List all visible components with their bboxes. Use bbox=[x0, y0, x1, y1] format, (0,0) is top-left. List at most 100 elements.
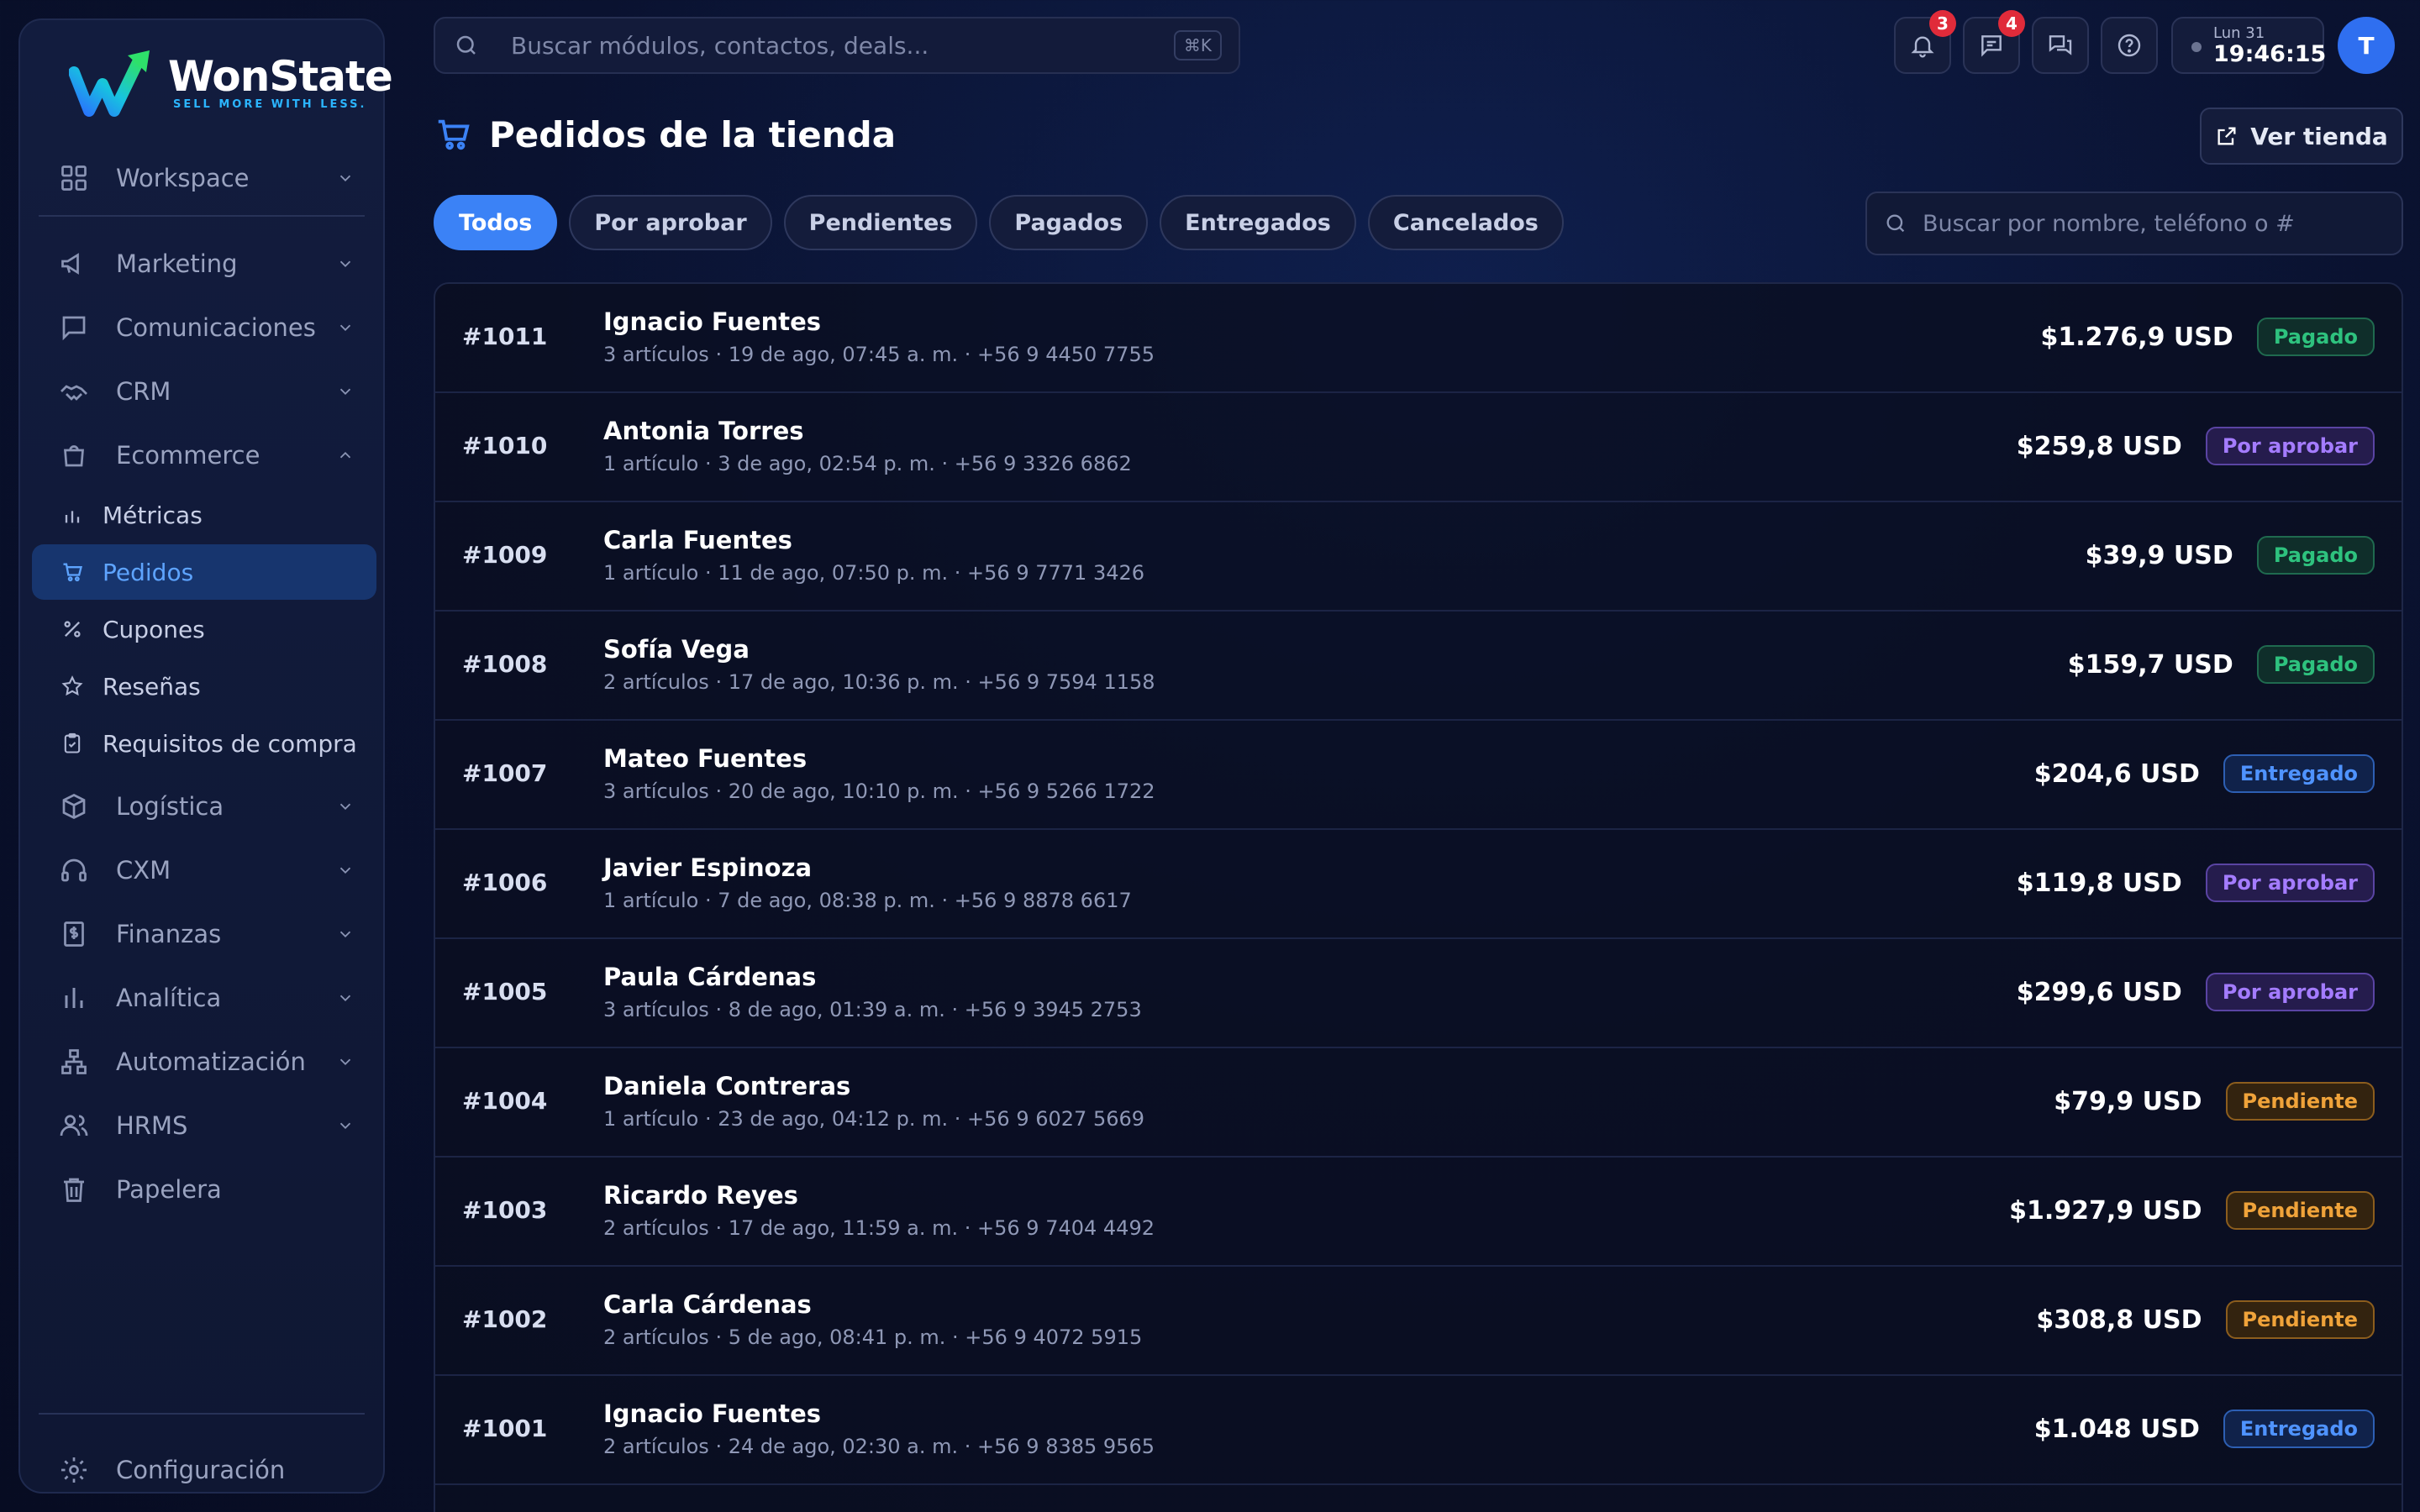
customer-name: Ignacio Fuentes bbox=[603, 1399, 822, 1428]
users-icon bbox=[60, 1115, 88, 1137]
chats-button[interactable] bbox=[2032, 17, 2089, 74]
nav-analitica-label: Analítica bbox=[116, 984, 222, 1012]
status-badge: Pendiente bbox=[2225, 1191, 2375, 1230]
status-badge: Entregado bbox=[2223, 1410, 2375, 1448]
chevron-down-icon bbox=[339, 175, 351, 182]
order-row[interactable]: #1004 Daniela Contreras 1 artículo · 23 … bbox=[435, 1048, 2402, 1158]
help-icon bbox=[2118, 34, 2141, 57]
order-row[interactable]: #1009 Carla Fuentes 1 artículo · 11 de a… bbox=[435, 502, 2402, 612]
tab-pendientes[interactable]: Pendientes bbox=[783, 195, 978, 250]
order-number: #1003 bbox=[462, 1196, 548, 1224]
nav-logistica[interactable]: Logística bbox=[20, 778, 383, 835]
clock-day: Lun 31 bbox=[2213, 24, 2265, 42]
tab-entregados[interactable]: Entregados bbox=[1160, 195, 1356, 250]
nav-cxm[interactable]: CXM bbox=[20, 842, 383, 899]
headphones-icon bbox=[61, 858, 87, 882]
orders-search[interactable] bbox=[1865, 192, 2403, 255]
tab-por-aprobar[interactable]: Por aprobar bbox=[569, 195, 772, 250]
customer-name: Sofía Vega bbox=[603, 635, 750, 664]
nav-workspace[interactable]: Workspace bbox=[20, 150, 383, 207]
nav-logistica-label: Logística bbox=[116, 792, 224, 821]
order-row[interactable]: #1007 Mateo Fuentes 3 artículos · 20 de … bbox=[435, 721, 2402, 830]
nav-configuracion[interactable]: Configuración bbox=[20, 1441, 383, 1499]
tab-pagados[interactable]: Pagados bbox=[989, 195, 1149, 250]
nav-hrms[interactable]: HRMS bbox=[20, 1097, 383, 1154]
nav-ecommerce[interactable]: Ecommerce bbox=[20, 427, 383, 484]
order-meta: 3 artículos · 20 de ago, 10:10 p. m. · +… bbox=[603, 780, 1155, 803]
order-meta: 3 artículos · 8 de ago, 01:39 a. m. · +5… bbox=[603, 998, 1142, 1021]
nav-analitica[interactable]: Analítica bbox=[20, 969, 383, 1026]
nav-automatizacion[interactable]: Automatización bbox=[20, 1033, 383, 1090]
order-number: #1002 bbox=[462, 1305, 548, 1333]
customer-name: Mateo Fuentes bbox=[603, 744, 808, 773]
notifications-button[interactable]: 3 bbox=[1894, 10, 1956, 74]
nav-requisitos[interactable]: Requisitos de compra bbox=[32, 716, 376, 771]
help-button[interactable] bbox=[2101, 17, 2158, 74]
nav-papelera[interactable]: Papelera bbox=[20, 1161, 383, 1218]
order-filter-tabs: Todos Por aprobar Pendientes Pagados Ent… bbox=[434, 195, 1564, 250]
message-icon bbox=[1981, 35, 2002, 57]
global-search-input[interactable] bbox=[511, 31, 1150, 60]
view-store-button[interactable]: Ver tienda bbox=[2200, 108, 2403, 165]
nav-crm[interactable]: CRM bbox=[20, 363, 383, 420]
customer-name: Paula Cárdenas bbox=[603, 963, 817, 991]
nav-cupones[interactable]: Cupones bbox=[32, 601, 376, 657]
order-amount: $1.927,9 USD bbox=[2009, 1195, 2202, 1226]
chevron-up-icon bbox=[339, 451, 351, 459]
tab-cancelados[interactable]: Cancelados bbox=[1367, 195, 1564, 250]
order-amount: $259,8 USD bbox=[2016, 431, 2182, 461]
customer-name: Antonia Torres bbox=[603, 417, 804, 445]
page-header: Pedidos de la tienda bbox=[434, 109, 896, 160]
nav-marketing[interactable]: Marketing bbox=[20, 235, 383, 292]
order-amount: $119,8 USD bbox=[2016, 868, 2182, 898]
status-badge: Pagado bbox=[2256, 318, 2375, 356]
order-meta: 3 artículos · 19 de ago, 07:45 a. m. · +… bbox=[603, 343, 1155, 366]
order-row[interactable]: #1008 Sofía Vega 2 artículos · 17 de ago… bbox=[435, 612, 2402, 721]
user-avatar[interactable]: T bbox=[2338, 17, 2395, 74]
chat-icon bbox=[62, 316, 86, 341]
sidebar: WonState SELL MORE WITH LESS. Workspace … bbox=[18, 18, 393, 1494]
order-row[interactable]: #1010 Antonia Torres 1 artículo · 3 de a… bbox=[435, 393, 2402, 502]
status-badge: Entregado bbox=[2223, 754, 2375, 793]
messages-badge: 4 bbox=[1998, 10, 2025, 37]
order-row[interactable]: #1003 Ricardo Reyes 2 artículos · 17 de … bbox=[435, 1158, 2402, 1267]
orders-search-input[interactable] bbox=[1923, 210, 2393, 237]
order-number: #1009 bbox=[462, 541, 548, 569]
sidebar-divider bbox=[39, 1413, 365, 1415]
chevron-down-icon bbox=[339, 803, 351, 811]
gear-icon bbox=[61, 1457, 87, 1483]
nav-metricas[interactable]: Métricas bbox=[32, 487, 376, 543]
nav-resenas[interactable]: Reseñas bbox=[32, 659, 376, 714]
wonstate-logo-icon bbox=[69, 50, 150, 117]
order-amount: $299,6 USD bbox=[2016, 977, 2182, 1007]
order-row[interactable]: #1001 Ignacio Fuentes 2 artículos · 24 d… bbox=[435, 1376, 2402, 1485]
global-search[interactable]: ⌘K bbox=[434, 17, 1240, 74]
order-row[interactable]: #1011 Ignacio Fuentes 3 artículos · 19 d… bbox=[435, 284, 2402, 393]
bell-icon bbox=[1911, 36, 1934, 58]
nav-pedidos[interactable]: Pedidos bbox=[32, 544, 376, 600]
order-row[interactable]: #1005 Paula Cárdenas 3 artículos · 8 de … bbox=[435, 939, 2402, 1048]
order-number: #1005 bbox=[462, 978, 548, 1005]
nav-finanzas[interactable]: Finanzas bbox=[20, 906, 383, 963]
order-amount: $39,9 USD bbox=[2085, 540, 2233, 570]
nav-ecommerce-label: Ecommerce bbox=[116, 441, 260, 470]
star-icon bbox=[61, 675, 83, 696]
tab-todos[interactable]: Todos bbox=[434, 195, 558, 250]
order-amount: $1.048 USD bbox=[2033, 1414, 2200, 1444]
chevron-down-icon bbox=[339, 931, 351, 938]
order-number: #1007 bbox=[462, 759, 548, 787]
order-meta: 2 artículos · 5 de ago, 08:41 p. m. · +5… bbox=[603, 1326, 1143, 1349]
brand-logo[interactable]: WonState SELL MORE WITH LESS. bbox=[69, 40, 393, 124]
nav-papelera-label: Papelera bbox=[116, 1175, 222, 1204]
order-meta: 2 artículos · 17 de ago, 11:59 a. m. · +… bbox=[603, 1216, 1155, 1240]
order-row[interactable]: #1006 Javier Espinoza 1 artículo · 7 de … bbox=[435, 830, 2402, 939]
order-number: #1006 bbox=[462, 869, 548, 896]
order-number: #1004 bbox=[462, 1087, 548, 1115]
nav-comunicaciones[interactable]: Comunicaciones bbox=[20, 299, 383, 356]
order-number: #1011 bbox=[462, 323, 548, 350]
order-amount: $159,7 USD bbox=[2067, 649, 2233, 680]
status-badge: Pagado bbox=[2256, 536, 2375, 575]
status-badge: Pendiente bbox=[2225, 1300, 2375, 1339]
messages-button[interactable]: 4 bbox=[1963, 10, 2025, 74]
order-row[interactable]: #1002 Carla Cárdenas 2 artículos · 5 de … bbox=[435, 1267, 2402, 1376]
